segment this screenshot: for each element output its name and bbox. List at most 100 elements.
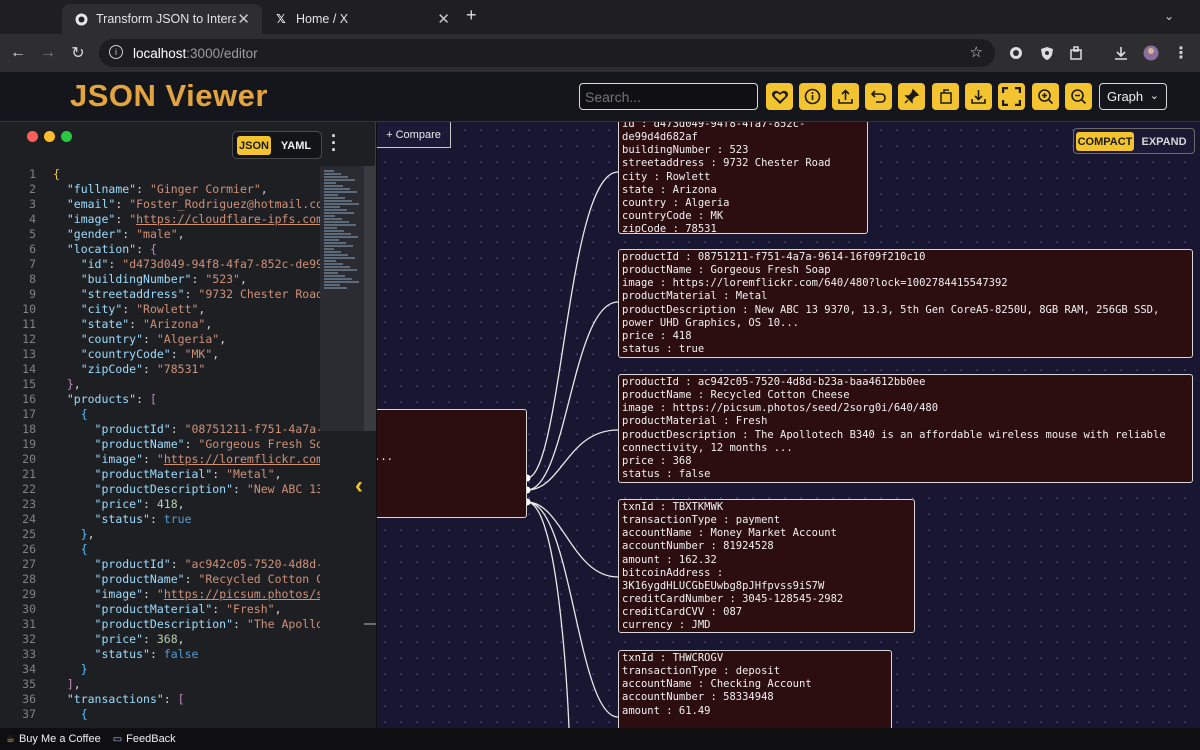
extension-circle-icon[interactable] [1006,43,1026,63]
address-bar[interactable]: i localhost:3000/editor ☆ [99,39,995,67]
product-node-1[interactable]: productId : 08751211-f751-4a7a-9614-16f0… [618,249,1193,358]
fit-screen-icon[interactable] [998,83,1025,110]
zoom-out-icon[interactable] [1065,83,1092,110]
line-number: 18 [22,422,36,436]
code-line: 30 "productMaterial": "Fresh", [0,602,281,617]
tab-json-viewer[interactable]: Transform JSON to Interactive ✕ [62,4,262,34]
code-line: 29 "image": "https://picsum.photos/seed/… [0,587,320,602]
tab-search-chevron-icon[interactable]: ⌄ [1164,9,1174,23]
edge-transactions [526,501,619,578]
tab-x-home[interactable]: 𝕏 Home / X ✕ [262,4,462,34]
code-line: 23 "price": 418, [0,497,184,512]
location-node[interactable]: id : d473d049-94f8-4fa7-852c-de99d4d682a… [618,122,868,234]
collapse-panel-chevron-icon[interactable]: ‹ [355,472,363,500]
code-token: , [73,377,81,391]
code-token: , [177,632,185,646]
heart-icon[interactable] [766,83,793,110]
json-format-button[interactable]: JSON [237,136,271,155]
code-token: "productId" [94,557,171,571]
code-token: "gender" [66,227,123,241]
editor-menu-icon[interactable]: · · · [329,127,339,159]
buy-me-coffee-link[interactable]: ☕ Buy Me a Coffee [6,733,101,745]
code-token: "location" [66,242,137,256]
code-line: 25 }, [0,527,95,542]
node-field: productName : Gorgeous Fresh Soap [622,264,831,277]
code-token: "transactions" [66,692,164,706]
browser-toolbar: ← → ↻ i localhost:3000/editor ☆ ⋮ [0,34,1200,72]
code-token: : [191,272,206,286]
back-arrow-icon[interactable]: ← [7,42,29,64]
minimap-line [324,221,349,223]
code-token: : [170,422,185,436]
node-field: countryCode : MK [622,210,724,223]
close-tab-icon[interactable]: ✕ [437,10,450,28]
code-token: : [136,182,150,196]
line-number: 21 [22,467,36,481]
minimap-line [324,212,354,214]
editor-scrollbar[interactable] [364,166,376,728]
forward-arrow-icon[interactable]: → [37,42,59,64]
graph-canvas[interactable]: ... id : d473d049-94f8-4fa7-852c-de99d4d… [377,122,1200,728]
product-node-2[interactable]: productId : ac942c05-7520-4d8d-b23a-baa4… [618,374,1193,483]
code-area[interactable]: 1{2 "fullname": "Ginger Cormier", 3 "emai… [0,166,320,728]
code-token: : [233,482,247,496]
transaction-node-2[interactable]: txnId : THWCROGV transactionType : deposi… [618,650,892,728]
minimap-line [324,176,348,178]
line-number: 14 [22,362,36,376]
code-token: : [149,647,164,661]
view-mode-select[interactable]: Graph ⌄ [1099,83,1167,110]
code-token: : [212,467,227,481]
code-line: 37 { [0,707,88,722]
code-token: , [87,527,95,541]
line-number: 5 [29,227,36,241]
node-field: productDescription : New ABC 13 9370, 13… [622,303,1166,329]
code-token: "zipCode" [80,362,144,376]
browser-menu-icon[interactable]: ⋮ [1171,43,1191,63]
new-file-icon[interactable] [932,83,959,110]
pin-icon[interactable] [898,83,925,110]
compare-button[interactable]: + Compare [377,122,451,148]
bookmark-star-icon[interactable]: ☆ [970,43,983,61]
upload-icon[interactable] [832,83,859,110]
line-number: 9 [29,287,36,301]
code-token: "id" [80,257,109,271]
download-icon[interactable] [965,83,992,110]
close-tab-icon[interactable]: ✕ [237,10,250,28]
line-number: 19 [22,437,36,451]
root-node[interactable]: ... [377,409,527,518]
code-token: true [163,512,192,526]
site-info-icon[interactable]: i [109,45,123,59]
code-token: : [108,257,123,271]
feedback-link[interactable]: ▭ FeedBack [113,733,176,745]
code-token: https://cloudflare-ipfs.com/ipfs/ [136,212,320,226]
code-token: "image" [94,452,144,466]
node-field: creditCardNumber : 3045-128545-2982 [622,593,844,606]
reload-icon[interactable]: ↻ [67,42,89,64]
code-token: , [73,677,81,691]
line-number: 3 [29,197,36,211]
search-input[interactable] [579,83,758,110]
compact-button[interactable]: COMPACT [1076,132,1134,151]
new-tab-button[interactable]: + [466,5,477,26]
minimize-window-dot[interactable] [44,131,55,142]
code-token: "streetaddress" [80,287,185,301]
undo-icon[interactable] [865,83,892,110]
expand-button[interactable]: EXPAND [1136,132,1192,151]
transaction-node-1[interactable]: txnId : TBXTKMWK transactionType : paymen… [618,499,915,633]
downloads-icon[interactable] [1111,43,1131,63]
editor-minimap[interactable] [320,166,364,431]
zoom-in-icon[interactable] [1032,83,1059,110]
code-token: , [239,272,247,286]
profile-avatar[interactable] [1141,43,1161,63]
close-window-dot[interactable] [27,131,38,142]
shield-extension-icon[interactable] [1037,43,1057,63]
edge-transaction-2 [526,501,619,718]
extensions-puzzle-icon[interactable] [1066,43,1086,63]
yaml-format-button[interactable]: YAML [277,136,315,155]
maximize-window-dot[interactable] [61,131,72,142]
browser-tab-strip: Transform JSON to Interactive ✕ 𝕏 Home /… [0,0,1200,34]
scrollbar-thumb[interactable] [364,166,376,431]
info-icon[interactable] [799,83,826,110]
